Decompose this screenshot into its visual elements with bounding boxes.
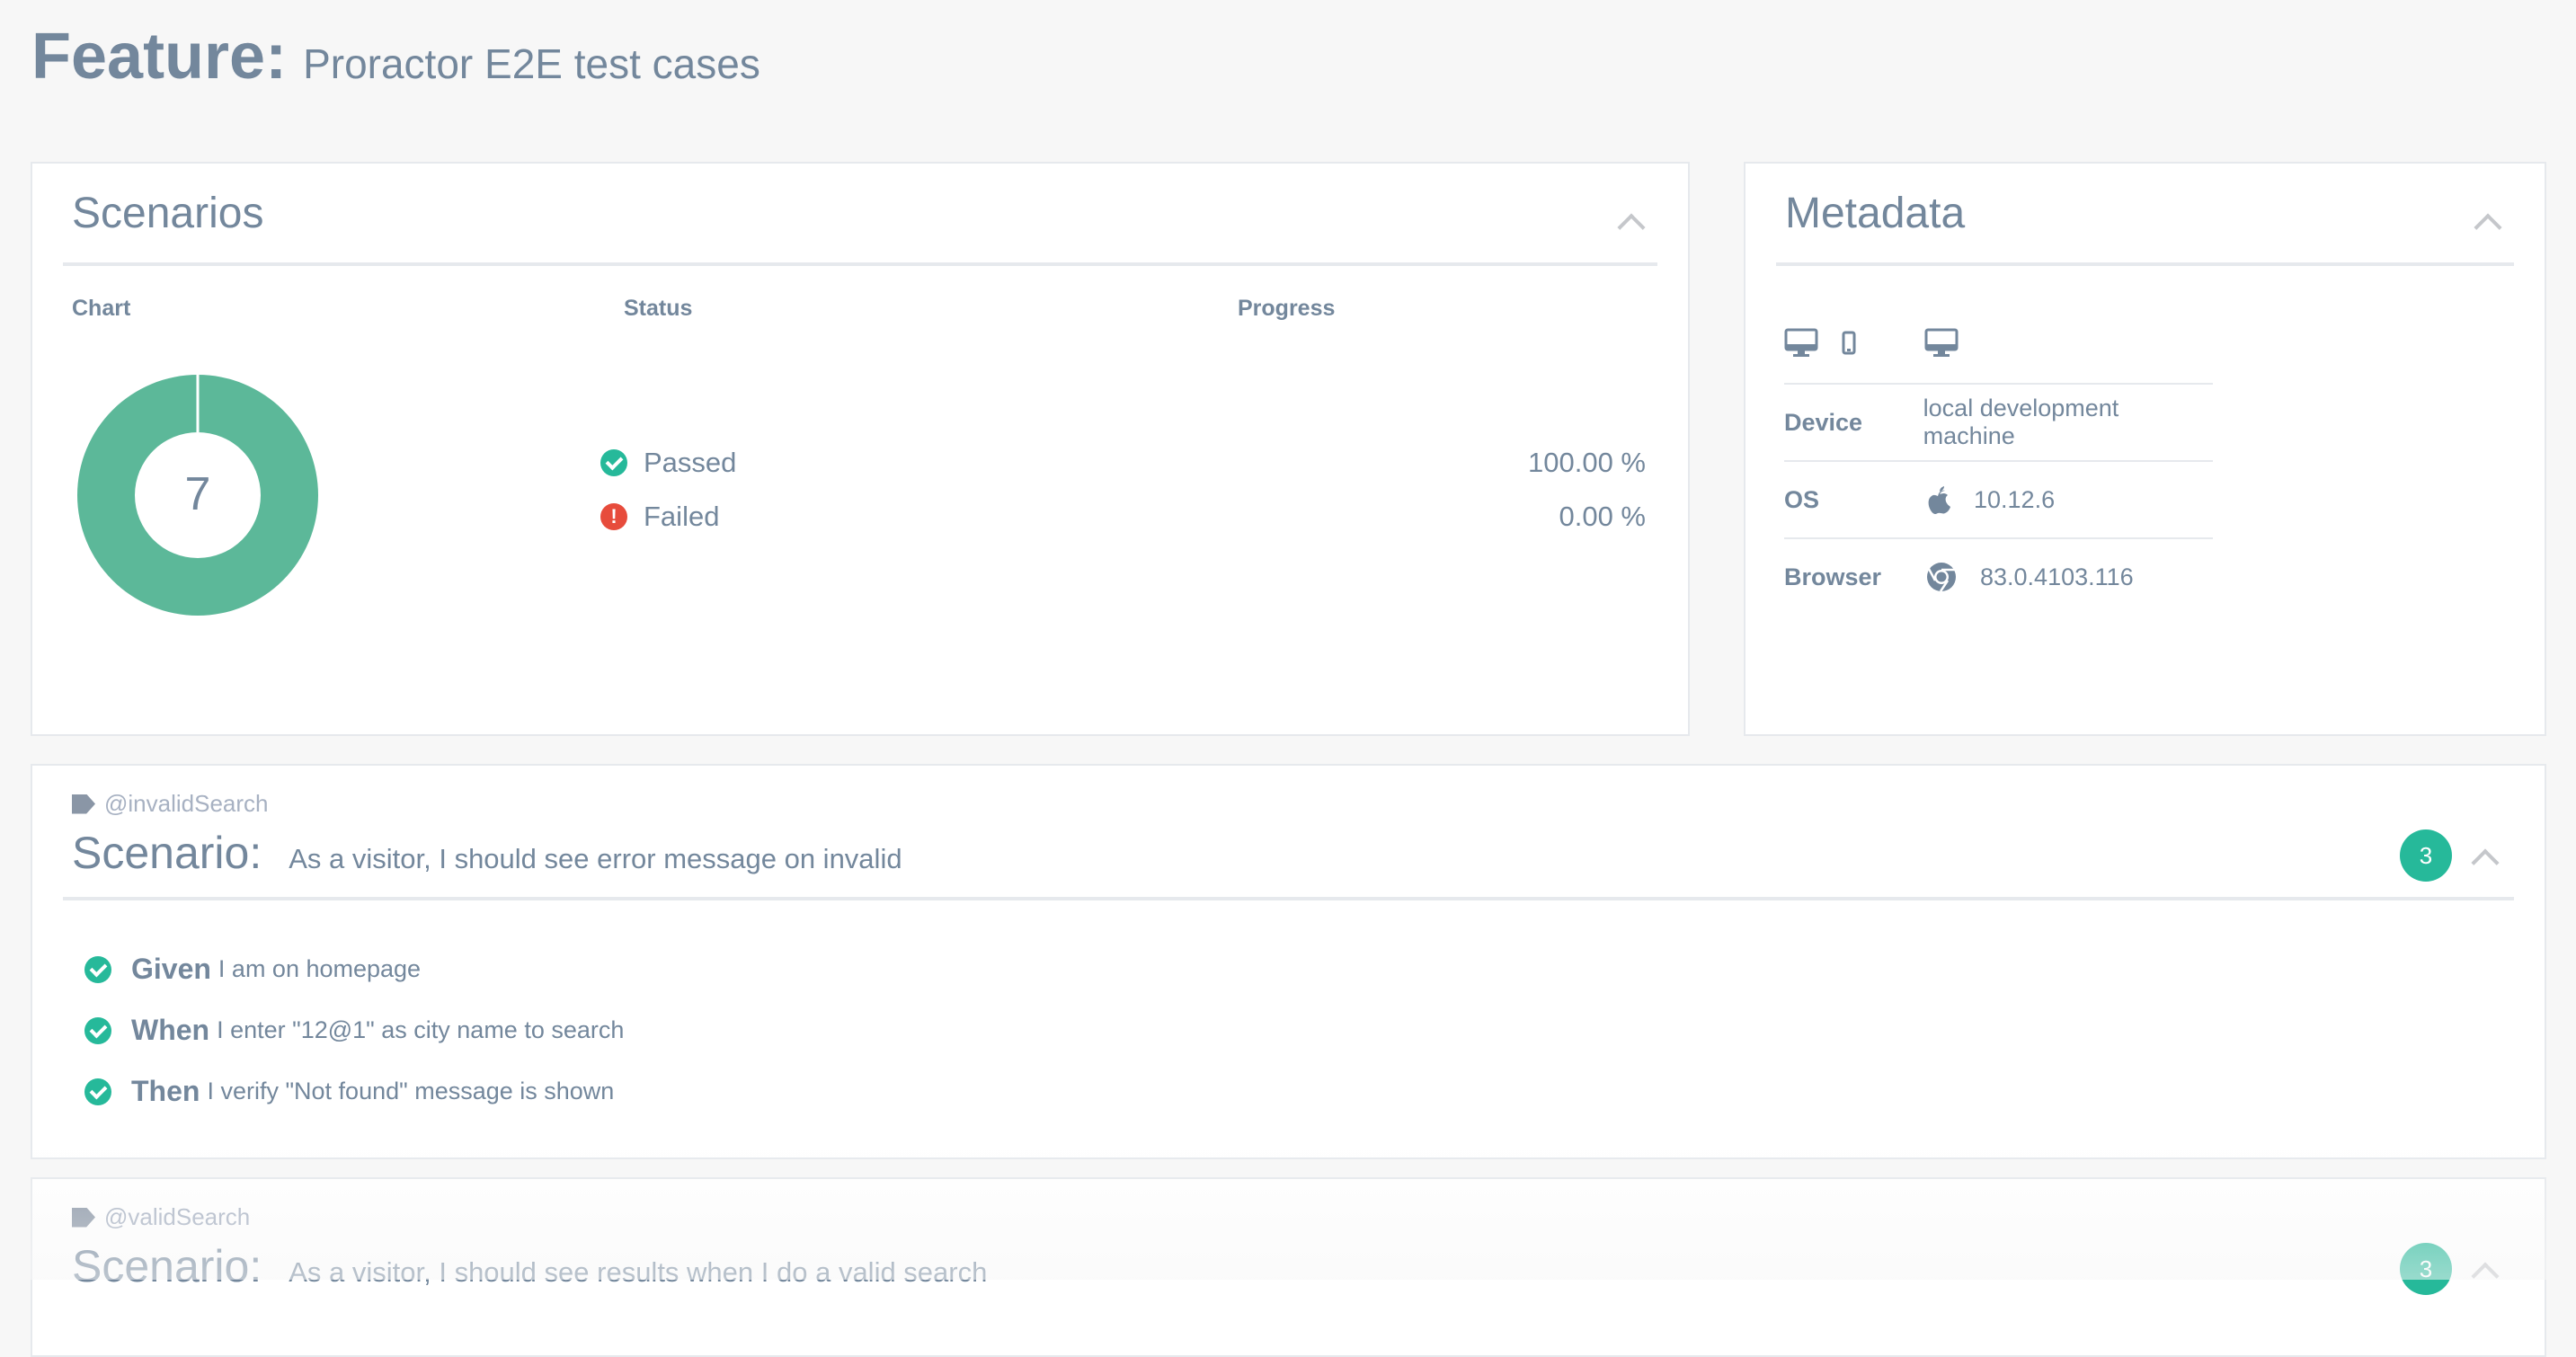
- status-failed-percent: 0.00 %: [1559, 501, 1646, 532]
- scenario-tag-label: @validSearch: [104, 1203, 251, 1230]
- feature-keyword: Feature:: [31, 21, 288, 93]
- desktop-icon: [1924, 328, 1959, 357]
- scenario-keyword: Scenario:: [72, 828, 262, 878]
- step-row: Given I am on homepage: [84, 953, 421, 986]
- step-text: I verify "Not found" message is shown: [207, 1078, 615, 1104]
- step-count-badge: 3: [2400, 1243, 2452, 1295]
- check-circle-icon: [84, 955, 111, 983]
- metadata-panel-header: Metadata: [1776, 164, 2514, 266]
- step-count-badge: 3: [2400, 829, 2452, 882]
- status-passed: Passed: [600, 447, 736, 479]
- scenario-name: As a visitor, I should see error message…: [289, 843, 902, 874]
- scenarios-donut-chart: 7: [76, 374, 319, 616]
- metadata-value-os: 10.12.6: [1974, 485, 2056, 513]
- collapse-chevron-icon[interactable]: [2474, 213, 2502, 242]
- status-failed: ! Failed: [600, 501, 719, 533]
- scenario-tag-label: @invalidSearch: [104, 790, 269, 817]
- status-passed-label: Passed: [644, 447, 737, 478]
- tag-icon: [72, 1207, 95, 1228]
- desktop-icon: [1784, 328, 1818, 357]
- metadata-panel-title: Metadata: [1785, 190, 1966, 237]
- feature-title: Feature: Proractor E2E test cases: [31, 20, 760, 93]
- chart-column-label: Chart: [72, 296, 131, 321]
- exclamation-circle-icon: !: [600, 503, 627, 530]
- check-circle-icon: [84, 1016, 111, 1044]
- metadata-value-device: local development machine: [1923, 395, 2119, 449]
- scenario-card: @validSearch Scenario: As a visitor, I sh…: [31, 1177, 2546, 1357]
- metadata-value-browser: 83.0.4103.116: [1980, 563, 2134, 590]
- metadata-key-os: OS: [1784, 485, 1820, 513]
- feature-name: Proractor E2E test cases: [303, 40, 760, 87]
- step-keyword: Then: [131, 1075, 200, 1107]
- mobile-icon: [1842, 331, 1856, 355]
- scenario-tag[interactable]: @invalidSearch: [72, 790, 268, 818]
- scenario-keyword: Scenario:: [72, 1241, 262, 1291]
- metadata-row-os: OS 10.12.6: [1784, 460, 2213, 537]
- apple-icon: [1928, 486, 1950, 514]
- step-row: Then I verify "Not found" message is sho…: [84, 1075, 614, 1108]
- step-keyword: When: [131, 1014, 210, 1046]
- step-text: I am on homepage: [218, 955, 422, 982]
- metadata-row-browser: Browser 83.0.4103.116: [1784, 537, 2213, 615]
- tag-icon: [72, 794, 95, 814]
- scenario-title: Scenario: As a visitor, I should see erro…: [72, 827, 902, 879]
- scenario-card: @invalidSearch Scenario: As a visitor, I …: [31, 764, 2546, 1159]
- status-column-label: Status: [624, 296, 693, 321]
- progress-column-label: Progress: [1238, 296, 1336, 321]
- scenarios-panel-header: Scenarios: [63, 164, 1657, 266]
- donut-center-count: 7: [184, 468, 211, 520]
- scenario-divider: [63, 897, 2514, 900]
- scenario-name: As a visitor, I should see results when …: [289, 1256, 988, 1288]
- platform-icons: [1784, 328, 1959, 359]
- chrome-icon: [1927, 563, 1956, 592]
- metadata-key-browser: Browser: [1784, 563, 1882, 590]
- status-passed-percent: 100.00 %: [1528, 447, 1646, 478]
- step-keyword: Given: [131, 953, 211, 985]
- collapse-chevron-icon[interactable]: [2471, 848, 2500, 877]
- scenario-tag[interactable]: @validSearch: [72, 1203, 250, 1231]
- step-text: I enter "12@1" as city name to search: [217, 1016, 625, 1043]
- collapse-chevron-icon[interactable]: [2471, 1262, 2500, 1290]
- check-circle-icon: [600, 449, 627, 476]
- scenarios-panel-title: Scenarios: [72, 190, 264, 237]
- status-failed-label: Failed: [644, 501, 720, 532]
- metadata-row-device: Device local development machine: [1784, 383, 2213, 460]
- check-circle-icon: [84, 1078, 111, 1105]
- step-row: When I enter "12@1" as city name to sear…: [84, 1014, 624, 1047]
- collapse-chevron-icon[interactable]: [1617, 213, 1646, 242]
- scenario-title: Scenario: As a visitor, I should see resu…: [72, 1240, 987, 1292]
- metadata-key-device: Device: [1784, 408, 1863, 436]
